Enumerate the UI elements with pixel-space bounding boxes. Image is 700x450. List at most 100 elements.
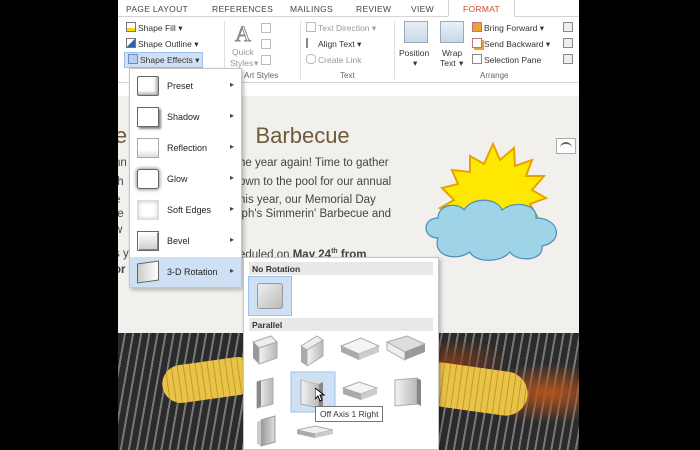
shape-outline-chevron-icon: ▾ (194, 39, 199, 49)
body-line-fragment: or (118, 264, 126, 276)
body-line: his year, our Memorial Day (239, 194, 376, 206)
menu-item-soft-edges[interactable]: Soft Edges ▸ (130, 195, 241, 225)
rotation-option-no-rotation[interactable] (248, 276, 292, 316)
position-button[interactable]: Position ▾ (399, 21, 435, 69)
rotation-option-isometric-right-up[interactable] (300, 335, 324, 367)
align-text-label: Align Text (318, 39, 355, 49)
tab-references[interactable]: REFERENCES (212, 4, 273, 14)
wordart-a-icon: A (235, 21, 252, 45)
text-group-label: Text (340, 71, 355, 80)
mouse-pointer-icon (315, 388, 325, 402)
glow-icon (137, 169, 159, 189)
reflection-icon (137, 138, 159, 158)
align-text-icon (306, 38, 316, 48)
tooltip: Off Axis 1 Right (315, 406, 384, 422)
chevron-right-icon: ▸ (229, 266, 234, 275)
menu-item-3d-rotation[interactable]: 3-D Rotation ▸ (130, 257, 241, 287)
rotation-option-off-axis-2-left[interactable] (394, 377, 421, 407)
shape-effects-button[interactable]: Shape Effects ▾ (124, 52, 204, 68)
text-fill-icon[interactable] (261, 23, 271, 33)
chevron-right-icon: ▸ (229, 204, 234, 213)
body-line: he year again! Time to gather (239, 157, 389, 169)
menu-item-label: Reflection (167, 143, 208, 153)
cloud-shape[interactable] (425, 199, 558, 261)
send-backward-chevron-icon: ▾ (545, 39, 551, 49)
menu-item-label: Preset (167, 81, 194, 91)
menu-item-label: Glow (167, 174, 188, 184)
rotation-option-isometric-left-down[interactable] (252, 335, 278, 365)
svg-text:A: A (235, 21, 251, 45)
rotation-option-off-axis-1-top[interactable] (341, 381, 379, 400)
rotation-option-off-axis-2-top[interactable] (296, 425, 334, 438)
wrap-text-label-2: Text (440, 58, 456, 68)
selection-pane-button[interactable]: Selection Pane (472, 54, 541, 65)
text-effects-icon[interactable] (261, 55, 271, 65)
shape-fill-button[interactable]: Shape Fill ▾ (126, 22, 182, 34)
body-line-fragment: w (118, 224, 123, 236)
menu-item-label: Shadow (167, 112, 200, 122)
menu-item-shadow[interactable]: Shadow ▸ (130, 102, 241, 132)
shape-effects-icon (128, 54, 138, 64)
link-icon (306, 54, 316, 64)
menu-item-preset[interactable]: Preset ▸ (130, 71, 241, 101)
body-line: own to the pool for our annual (239, 176, 392, 188)
align-text-button[interactable]: Align Text ▾ (306, 38, 361, 50)
tab-view[interactable]: VIEW (411, 4, 434, 14)
body-line-fragment: nn (118, 157, 127, 169)
rotate-objects-icon[interactable] (563, 54, 573, 64)
parallel-rotation-options (252, 335, 427, 447)
tab-format[interactable]: FORMAT (448, 0, 516, 17)
tab-mailings[interactable]: MAILINGS (290, 4, 333, 14)
text-direction-label: Text Direction (318, 23, 370, 33)
event-date-suffix: th (331, 248, 338, 255)
sun-cloud-shapes[interactable] (418, 138, 578, 268)
rotation-option-off-axis-1-left[interactable] (256, 377, 274, 409)
quick-styles-chevron-icon: ▾ (254, 58, 259, 68)
body-line-fragment: fe (118, 208, 124, 220)
text-direction-button[interactable]: Text Direction ▾ (306, 22, 376, 34)
shape-outline-button[interactable]: Shape Outline ▾ (126, 38, 199, 50)
menu-item-glow[interactable]: Glow ▸ (130, 164, 241, 194)
quick-styles-button[interactable]: A Quick Styles ▾ (230, 21, 258, 69)
shape-fill-label: Shape Fill (138, 23, 176, 33)
position-icon (404, 21, 428, 43)
shape-outline-label: Shape Outline (138, 39, 192, 49)
quick-styles-label: Quick (232, 47, 254, 57)
create-link-button[interactable]: Create Link (306, 54, 361, 65)
wrap-text-button[interactable]: Wrap Text ▾ (440, 21, 466, 69)
send-backward-label: Send Backward (484, 39, 544, 49)
rotation-option-isometric-top-down[interactable] (385, 335, 427, 361)
align-text-chevron-icon: ▾ (357, 39, 362, 49)
menu-item-reflection[interactable]: Reflection ▸ (130, 133, 241, 163)
bring-forward-button[interactable]: Bring Forward ▾ (472, 22, 544, 34)
position-chevron-icon: ▾ (413, 58, 418, 68)
menu-item-bevel[interactable]: Bevel ▸ (130, 226, 241, 256)
rotation-option-isometric-top-up[interactable] (339, 337, 381, 360)
body-line-fragment: s y (118, 248, 129, 260)
shape-effects-menu: Preset ▸ Shadow ▸ Reflection ▸ Glow ▸ So… (129, 68, 242, 288)
group-objects-icon[interactable] (563, 38, 573, 48)
chevron-right-icon: ▸ (229, 80, 234, 89)
body-line-fragment: th (118, 176, 124, 188)
3d-rotation-icon (137, 260, 159, 284)
chevron-right-icon: ▸ (229, 235, 234, 244)
bring-forward-icon (472, 22, 482, 32)
bevel-icon (137, 231, 159, 251)
tab-page-layout[interactable]: PAGE LAYOUT (126, 4, 188, 14)
bring-forward-chevron-icon: ▾ (539, 23, 545, 33)
wrap-text-label: Wrap (442, 48, 463, 58)
preset-icon (137, 76, 159, 96)
text-direction-icon (306, 22, 316, 32)
tab-review[interactable]: REVIEW (356, 4, 391, 14)
chevron-right-icon: ▸ (229, 111, 234, 120)
rotation-option-off-axis-2-right[interactable] (257, 415, 276, 447)
selection-pane-label: Selection Pane (484, 55, 542, 65)
align-objects-icon[interactable] (563, 22, 573, 32)
wrap-text-icon (440, 21, 464, 43)
title-fragment: le (118, 123, 128, 148)
text-outline-icon[interactable] (261, 39, 271, 49)
shape-effects-label: Shape Effects (140, 55, 193, 65)
parallel-header: Parallel (249, 318, 433, 331)
send-backward-button[interactable]: Send Backward ▾ (472, 38, 550, 50)
chevron-right-icon: ▸ (229, 173, 234, 182)
